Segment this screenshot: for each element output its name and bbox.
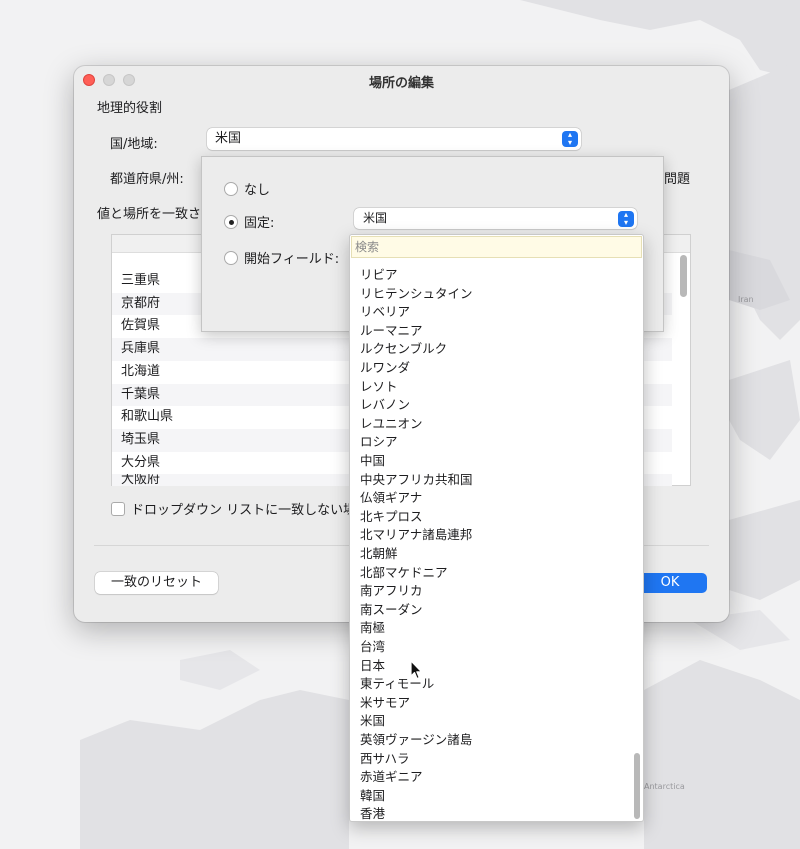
dropdown-item[interactable]: ルクセンブルク [360, 338, 447, 357]
dropdown-item[interactable]: リベリア [360, 301, 410, 320]
country-label: 国/地域: [110, 137, 158, 152]
dropdown-item[interactable]: 香港 [360, 803, 385, 821]
dropdown-scrollbar[interactable] [634, 753, 640, 819]
dropdown-item[interactable]: 中国 [360, 450, 385, 469]
dropdown-item[interactable]: 中央アフリカ共和国 [360, 469, 473, 488]
radio-start-field[interactable] [224, 251, 238, 265]
window-title: 場所の編集 [368, 76, 434, 91]
dropdown-item[interactable]: リヒテンシュタイン [360, 283, 473, 302]
fixed-country-select[interactable]: 米国 ▴ ▾ [354, 208, 637, 229]
dropdown-item[interactable]: 日本 [360, 655, 385, 674]
dropdown-item[interactable]: 北部マケドニア [360, 562, 448, 581]
dropdown-item[interactable]: リビア [360, 264, 398, 283]
dropdown-item[interactable]: 北マリアナ諸島連邦 [360, 524, 472, 543]
table-scrollbar[interactable] [680, 255, 687, 297]
ok-button[interactable]: OK [633, 573, 707, 593]
reset-matches-button[interactable]: 一致のリセット [95, 572, 218, 594]
chevron-up-down-icon: ▴ ▾ [618, 211, 634, 227]
dropdown-item[interactable]: ルワンダ [360, 357, 410, 376]
dropdown-item[interactable]: 南アフリカ [360, 580, 423, 599]
dropdown-options: リビア リヒテンシュタイン リベリア ルーマニア ルクセンブルク ルワンダ レソ… [350, 259, 633, 821]
radio-none[interactable] [224, 182, 238, 196]
dropdown-search-input[interactable]: 検索 [351, 236, 642, 258]
match-label: 値と場所を一致さ [97, 207, 202, 222]
unmatched-checkbox-row[interactable]: ドロップダウン リストに一致しない場所 [111, 499, 369, 518]
map-label-antarctica: Antarctica [644, 782, 685, 791]
unmatched-checkbox[interactable] [111, 502, 125, 516]
radio-fixed[interactable] [224, 215, 238, 229]
dropdown-item[interactable]: 台湾 [360, 636, 385, 655]
dropdown-item[interactable]: 西サハラ [360, 748, 410, 767]
dropdown-item[interactable]: レユニオン [360, 413, 423, 432]
dropdown-item[interactable]: ロシア [360, 431, 398, 450]
country-select-value: 米国 [215, 131, 242, 146]
mouse-pointer-icon [410, 660, 423, 680]
option-start-field-label: 開始フィールド: [244, 252, 340, 267]
option-start-field[interactable]: 開始フィールド: [224, 248, 339, 267]
dropdown-item[interactable]: 北朝鮮 [360, 543, 398, 562]
problem-text: 問題 [664, 172, 691, 187]
map-label-iran: Iran [738, 295, 754, 304]
dropdown-item[interactable]: 韓国 [360, 785, 385, 804]
dropdown-item[interactable]: 南極 [360, 617, 385, 636]
option-none[interactable]: なし [224, 179, 270, 198]
dropdown-item[interactable]: 北キプロス [360, 506, 423, 525]
country-dropdown-list: 検索 リビア リヒテンシュタイン リベリア ルーマニア ルクセンブルク ルワンダ… [349, 234, 644, 822]
unmatched-checkbox-label: ドロップダウン リストに一致しない場所 [131, 503, 370, 518]
option-fixed-label: 固定: [244, 216, 275, 231]
dropdown-item[interactable]: 赤道ギニア [360, 766, 423, 785]
option-none-label: なし [244, 183, 271, 198]
title-bar: 場所の編集 [74, 66, 729, 94]
dropdown-item[interactable]: 仏領ギアナ [360, 487, 422, 506]
section-title: 地理的役割 [97, 101, 163, 116]
dropdown-item[interactable]: 米サモア [360, 692, 410, 711]
dropdown-item[interactable]: レソト [360, 376, 398, 395]
dropdown-item[interactable]: 英領ヴァージン諸島 [360, 729, 472, 748]
option-fixed[interactable]: 固定: [224, 212, 274, 231]
dropdown-item[interactable]: レバノン [360, 394, 410, 413]
chevron-up-down-icon: ▴ ▾ [562, 131, 578, 147]
fixed-country-value: 米国 [363, 211, 388, 225]
country-select[interactable]: 米国 ▴ ▾ [207, 128, 581, 150]
prefecture-label: 都道府県/州: [110, 172, 184, 187]
dropdown-item[interactable]: 南スーダン [360, 599, 423, 618]
dropdown-item[interactable]: ルーマニア [360, 320, 423, 339]
dropdown-item[interactable]: 米国 [360, 710, 385, 729]
